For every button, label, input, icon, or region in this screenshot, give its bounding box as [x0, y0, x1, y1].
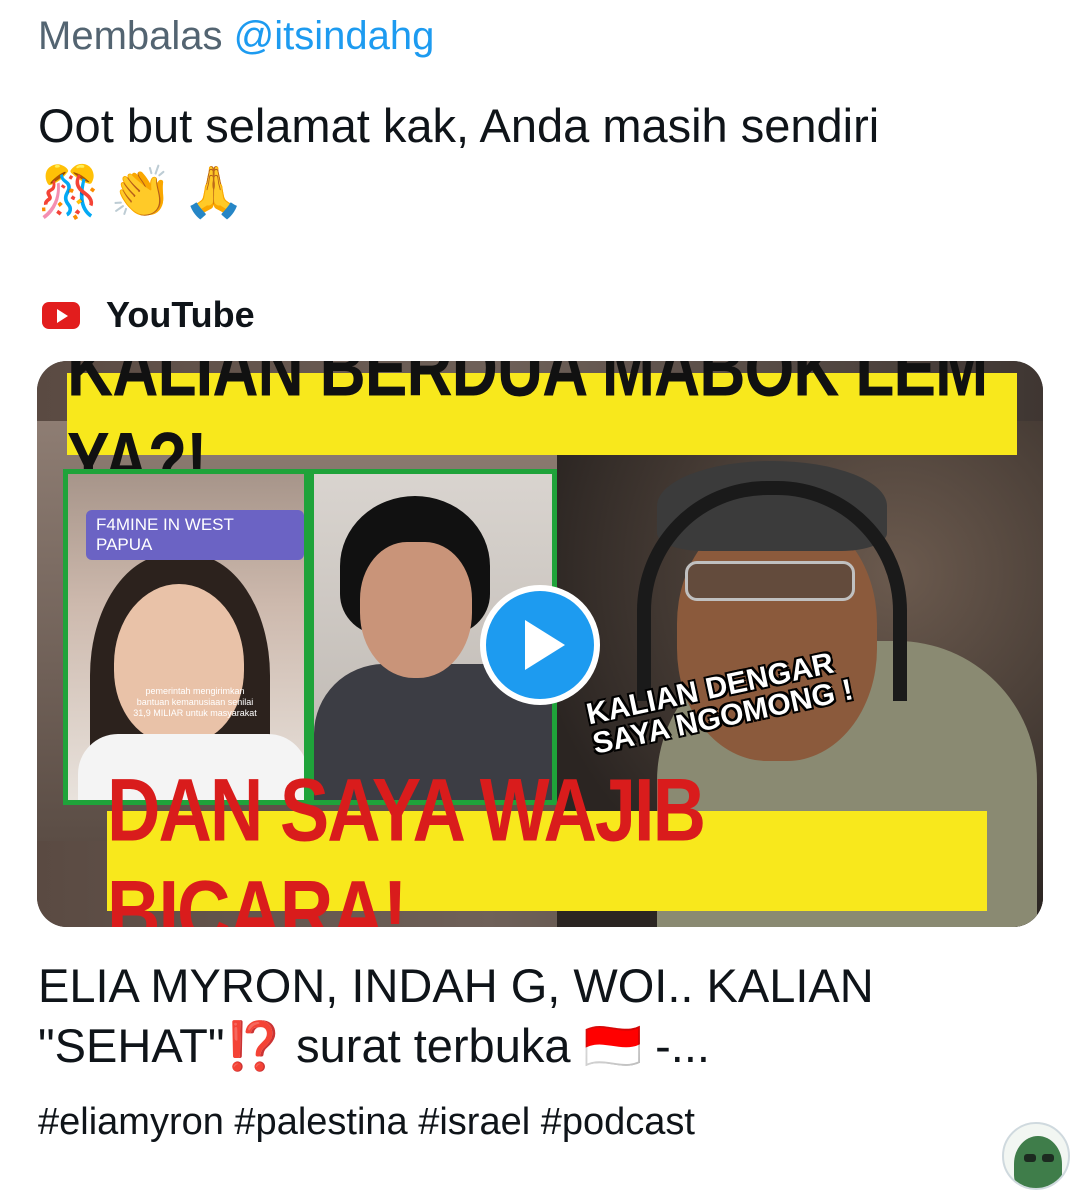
- praying-emoji: 🙏: [182, 163, 245, 221]
- overlay-label: F4MINE IN WEST PAPUA: [86, 510, 304, 560]
- avatar-eye-left: [1024, 1154, 1036, 1162]
- card-source: YouTube: [42, 290, 255, 340]
- avatar-face: [1014, 1136, 1062, 1188]
- clapping-emoji: 👏: [110, 163, 173, 221]
- video-description: #eliamyron #palestina #israel #podcast: [38, 1101, 695, 1143]
- thumbnail-left-inset: F4MINE IN WEST PAPUA pemerintah mengirim…: [63, 469, 309, 805]
- thumbnail-top-banner: KALIAN BERDUA MABOK LEM YA?!: [67, 361, 1017, 505]
- avatar-icon[interactable]: [1002, 1122, 1070, 1190]
- bottom-banner-text: DAN SAYA WAJIB BICARA!: [107, 760, 706, 927]
- person-face: [360, 542, 472, 678]
- tweet-text: Oot but selamat kak, Anda masih sendiri: [38, 99, 880, 152]
- reply-handle-link[interactable]: @itsindahg: [234, 14, 435, 58]
- tweet-emojis: 🎊 👏 🙏: [38, 160, 245, 224]
- play-icon[interactable]: [480, 585, 600, 705]
- video-title[interactable]: ELIA MYRON, INDAH G, WOI.. KALIAN "SEHAT…: [38, 956, 1018, 1076]
- youtube-logo-icon: [42, 301, 80, 329]
- reply-prefix: Membalas: [38, 14, 223, 58]
- avatar-eye-right: [1042, 1154, 1054, 1162]
- tiktok-caption: pemerintah mengirimkan bantuan kemanusia…: [133, 686, 257, 718]
- source-name: YouTube: [106, 294, 255, 335]
- confetti-emoji: 🎊: [38, 163, 101, 221]
- video-card-thumbnail[interactable]: KALIAN BERDUA MABOK LEM YA?! F4MINE IN W…: [37, 361, 1043, 927]
- reply-context: Membalas @itsindahg: [38, 12, 434, 60]
- person-face: [114, 584, 244, 744]
- sunglasses-icon: [685, 561, 855, 601]
- thumbnail-bottom-banner: DAN SAYA WAJIB BICARA!: [107, 760, 987, 927]
